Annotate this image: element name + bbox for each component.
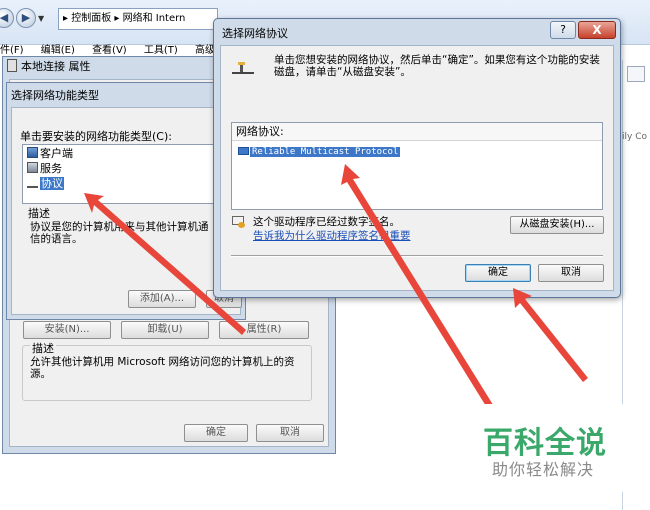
arrow-to-ok-button [513,288,588,382]
arrow-to-protocol-list-item [341,164,495,411]
watermark-slogan: 助你轻松解决 [492,460,595,479]
arrow-to-protocol-item [84,193,246,335]
